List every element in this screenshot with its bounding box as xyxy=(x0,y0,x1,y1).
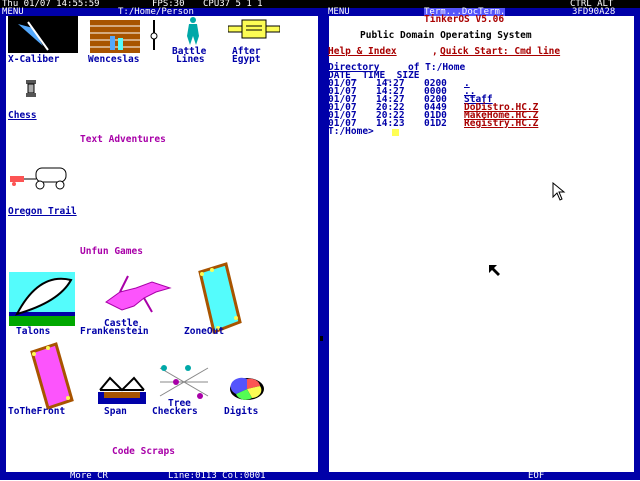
shell-prompt[interactable]: T:/Home> xyxy=(328,127,374,137)
line-col-status: Line:0113 Col:0001 xyxy=(168,471,266,481)
oregon-trail-link[interactable]: Oregon Trail xyxy=(8,207,77,217)
after-egypt-icon[interactable] xyxy=(227,16,281,42)
oregon-wagon-icon[interactable] xyxy=(8,164,70,190)
wenceslas-icon[interactable] xyxy=(90,16,140,53)
os-name: TinkerOS V5.06 xyxy=(424,14,505,25)
right-window-right-border xyxy=(634,16,640,472)
zoneout-label[interactable]: ZoneOut xyxy=(184,327,224,337)
x-caliber-icon[interactable] xyxy=(8,16,78,53)
mouse-pointer-outline-icon xyxy=(552,181,566,204)
more-status: More CR xyxy=(70,471,108,481)
frankenstein-label[interactable]: Frankenstein xyxy=(80,327,149,337)
task-address: 3FD90A28 xyxy=(572,7,616,17)
castle-frankenstein-icon[interactable] xyxy=(100,272,174,314)
checkers-label[interactable]: Checkers xyxy=(152,407,198,417)
code-scraps-heading: Code Scraps xyxy=(112,446,175,457)
row-size: 01D2 xyxy=(424,118,447,129)
text-adventures-heading: Text Adventures xyxy=(80,134,166,145)
span-bridge-icon[interactable] xyxy=(98,372,146,404)
lines-label[interactable]: Lines xyxy=(176,55,205,65)
row-time: 14:23 xyxy=(376,118,405,129)
tothefront-label[interactable]: ToTheFront xyxy=(8,407,65,417)
help-index-link[interactable]: Help & Index xyxy=(328,47,397,57)
digits-icon[interactable] xyxy=(228,376,266,402)
right-window-statusbar xyxy=(323,472,640,480)
quick-start-link[interactable]: Quick Start: Cmd line xyxy=(440,47,560,57)
tree-checkers-icon[interactable] xyxy=(156,364,212,400)
zoneout-icon[interactable] xyxy=(196,262,244,335)
top-status-bar: Thu 01/07 14:55:59 FPS:30 CPU37 5 1 1 CT… xyxy=(0,0,640,9)
text-cursor xyxy=(392,129,399,136)
eof-status: EOF xyxy=(528,471,545,481)
chess-link[interactable]: Chess xyxy=(8,111,37,121)
battle-icon-small[interactable] xyxy=(148,16,160,53)
talons-label[interactable]: Talons xyxy=(16,327,50,337)
right-menu-button[interactable]: MENU xyxy=(328,8,350,17)
file-registry[interactable]: Registry.HC.Z xyxy=(464,119,538,129)
talons-icon[interactable] xyxy=(9,272,75,326)
chess-rook-icon[interactable] xyxy=(24,78,38,98)
egypt-label[interactable]: Egypt xyxy=(232,55,261,65)
left-window-statusbar xyxy=(0,472,323,480)
left-window-left-border xyxy=(0,16,6,472)
battle-lines-icon[interactable] xyxy=(180,16,206,46)
digits-label[interactable]: Digits xyxy=(224,407,258,417)
comma-sep: , xyxy=(432,46,438,57)
tothefront-icon[interactable] xyxy=(28,342,76,412)
left-menu-button[interactable]: MENU xyxy=(2,8,24,17)
span-label[interactable]: Span xyxy=(104,407,127,417)
wenceslas-label[interactable]: Wenceslas xyxy=(88,55,139,65)
x-caliber-label[interactable]: X-Caliber xyxy=(8,55,59,65)
cpu-readout: CPU37 5 1 1 xyxy=(203,0,263,9)
unfun-games-heading: Unfun Games xyxy=(80,246,143,257)
left-window-path: T:/Home/Person xyxy=(118,7,194,17)
mouse-pointer-icon xyxy=(488,264,502,280)
os-subtitle: Public Domain Operating System xyxy=(360,30,532,41)
